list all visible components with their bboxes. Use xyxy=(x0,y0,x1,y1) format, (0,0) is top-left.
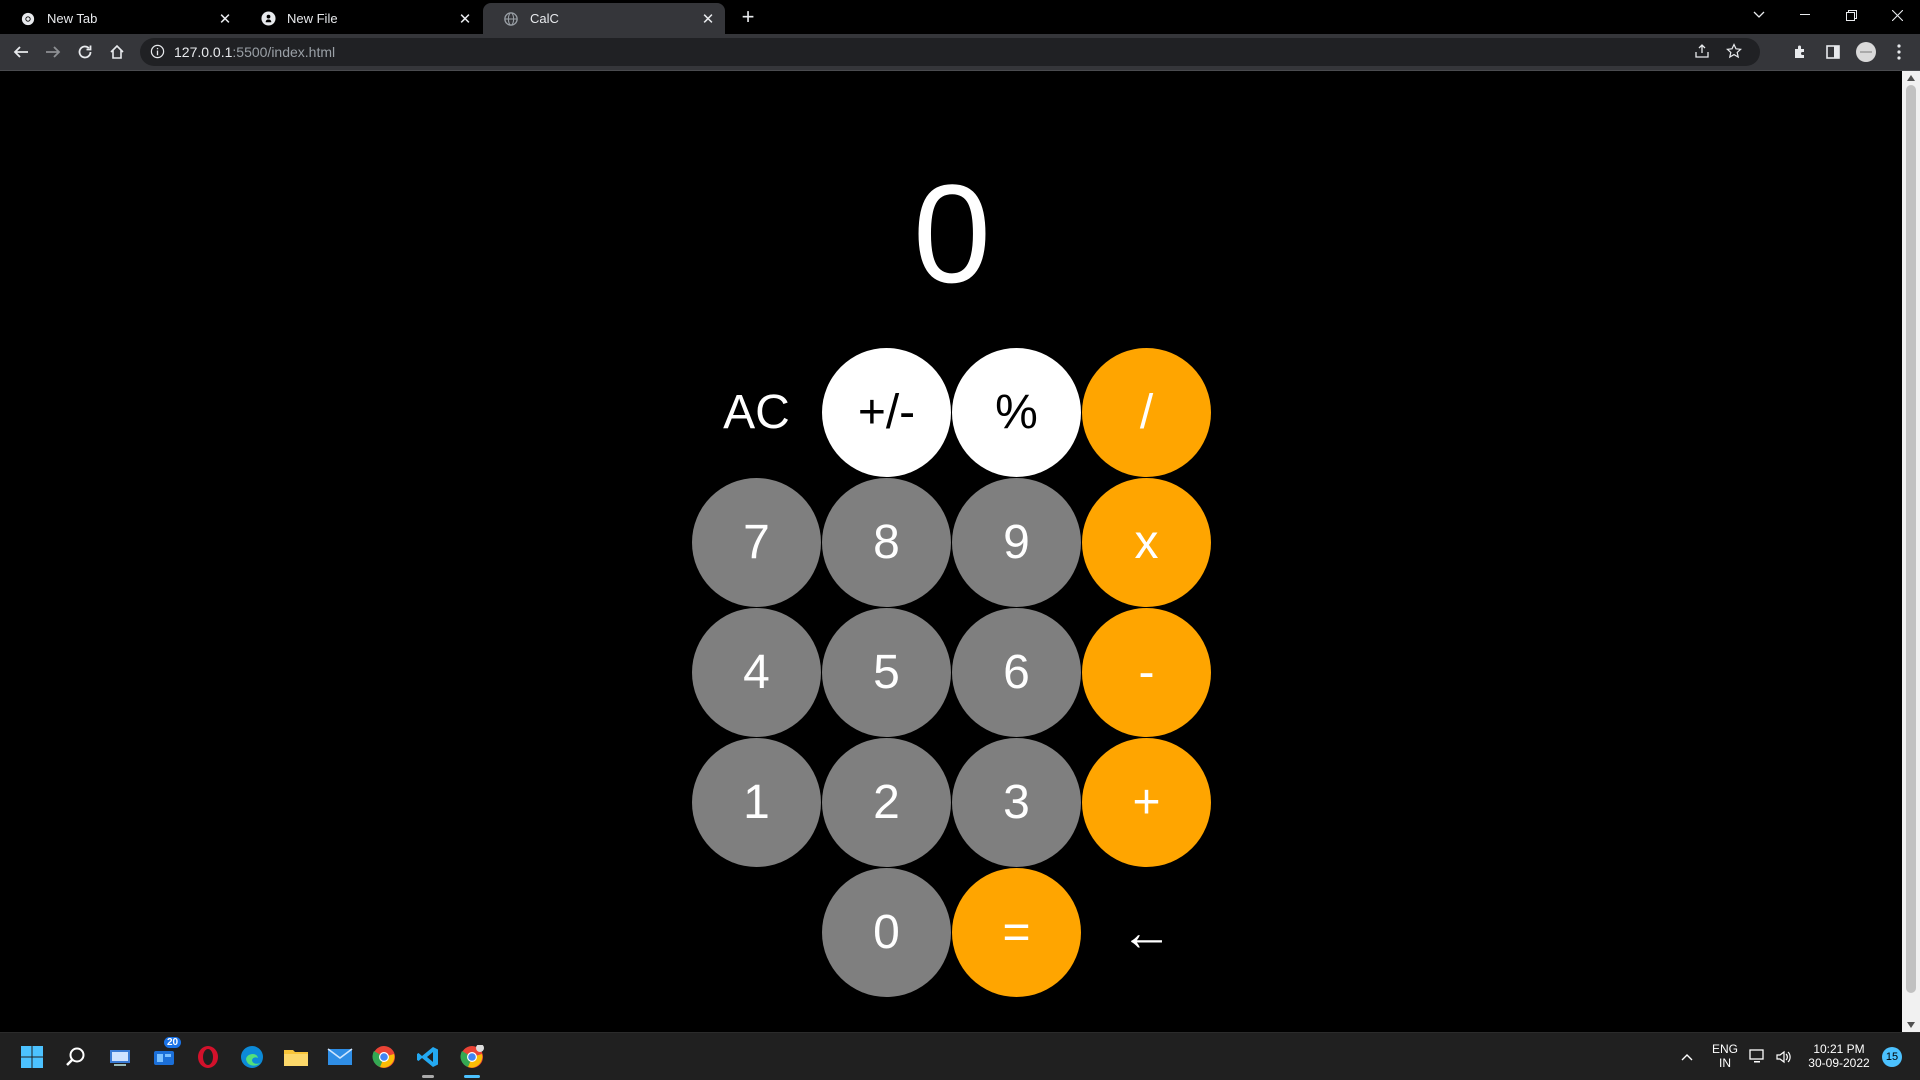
extensions-puzzle-icon[interactable] xyxy=(1788,40,1812,64)
calculator-display: 0 xyxy=(913,155,991,312)
digit-8-button[interactable]: 8 xyxy=(822,478,951,607)
percent-button[interactable]: % xyxy=(952,348,1081,477)
clock-date: 30-09-2022 xyxy=(1808,1056,1870,1070)
vscode-icon[interactable] xyxy=(414,1043,442,1078)
side-panel-icon[interactable] xyxy=(1821,40,1845,64)
notification-badge[interactable]: 15 xyxy=(1882,1047,1902,1067)
clear-button[interactable]: AC xyxy=(692,348,821,477)
plus-button[interactable]: + xyxy=(1082,738,1211,867)
bookmark-star-icon[interactable] xyxy=(1726,43,1742,64)
close-tab-icon[interactable]: ✕ xyxy=(699,10,717,28)
digit-2-button[interactable]: 2 xyxy=(822,738,951,867)
clock-time: 10:21 PM xyxy=(1813,1042,1865,1056)
mail-icon[interactable] xyxy=(326,1043,354,1071)
edge-icon[interactable] xyxy=(238,1043,266,1071)
tab-title: New Tab xyxy=(47,11,98,26)
active-indicator xyxy=(464,1075,480,1078)
windows-taskbar: 20 ENG IN 10:21 PM 30-09-2022 15 xyxy=(0,1032,1920,1080)
digit-4-button[interactable]: 4 xyxy=(692,608,821,737)
site-info-icon[interactable] xyxy=(150,44,165,64)
language-indicator[interactable]: ENG IN xyxy=(1710,1042,1740,1070)
forward-icon[interactable] xyxy=(41,40,65,64)
digit-5-button[interactable]: 5 xyxy=(822,608,951,737)
reload-icon[interactable] xyxy=(73,40,97,64)
page-viewport: 0 xyxy=(0,71,1902,1032)
minus-button[interactable]: - xyxy=(1082,608,1211,737)
digit-6-button[interactable]: 6 xyxy=(952,608,1081,737)
browser-toolbar: 127.0.0.1:5500/index.html xyxy=(0,34,1920,70)
search-icon[interactable] xyxy=(62,1043,90,1071)
url-host: 127.0.0.1 xyxy=(174,44,233,60)
clock[interactable]: 10:21 PM 30-09-2022 xyxy=(1805,1042,1873,1070)
close-tab-icon[interactable]: ✕ xyxy=(456,10,474,28)
tab-title: New File xyxy=(287,11,338,26)
chrome-active-taskbar-icon[interactable] xyxy=(458,1043,486,1078)
opera-icon[interactable] xyxy=(194,1043,222,1071)
windows-start-icon[interactable] xyxy=(18,1043,46,1071)
close-tab-icon[interactable]: ✕ xyxy=(216,10,234,28)
url-path: :5500/index.html xyxy=(232,44,336,60)
tab-search-icon[interactable] xyxy=(1736,0,1782,30)
page-scrollbar[interactable] xyxy=(1902,71,1920,1032)
digit-9-button[interactable]: 9 xyxy=(952,478,1081,607)
tab-new-tab[interactable]: New Tab ✕ xyxy=(0,3,242,34)
tab-calc[interactable]: CalC ✕ xyxy=(483,3,725,34)
url-text[interactable]: 127.0.0.1:5500/index.html xyxy=(174,44,335,60)
scroll-up-arrow-icon[interactable] xyxy=(1907,75,1915,81)
digit-1-button[interactable]: 1 xyxy=(692,738,821,867)
task-view-icon[interactable] xyxy=(106,1043,134,1071)
minimize-icon[interactable] xyxy=(1782,0,1828,30)
chrome-icon xyxy=(20,11,36,27)
scroll-down-arrow-icon[interactable] xyxy=(1907,1022,1915,1028)
tab-strip: New Tab ✕ New File ✕ CalC ✕ + xyxy=(0,0,1920,34)
address-bar[interactable]: 127.0.0.1:5500/index.html xyxy=(140,38,1760,66)
new-tab-button[interactable]: + xyxy=(736,4,760,29)
digit-7-button[interactable]: 7 xyxy=(692,478,821,607)
network-icon[interactable] xyxy=(1748,1043,1768,1071)
file-explorer-icon[interactable] xyxy=(282,1043,310,1071)
widgets-icon[interactable]: 20 xyxy=(150,1037,182,1071)
tab-title: CalC xyxy=(530,11,559,26)
menu-kebab-icon[interactable] xyxy=(1887,40,1911,64)
show-hidden-icons-chevron-icon[interactable] xyxy=(1677,1043,1697,1071)
language-primary: ENG xyxy=(1711,1042,1738,1056)
scrollbar-thumb[interactable] xyxy=(1906,85,1916,993)
language-secondary: IN xyxy=(1719,1056,1731,1070)
globe-icon xyxy=(503,11,519,27)
close-window-icon[interactable] xyxy=(1874,0,1920,30)
restore-icon[interactable] xyxy=(1828,0,1874,30)
widgets-badge: 20 xyxy=(164,1037,182,1048)
equals-button[interactable]: = xyxy=(952,868,1081,997)
chrome-taskbar-icon[interactable] xyxy=(370,1043,398,1071)
digit-3-button[interactable]: 3 xyxy=(952,738,1081,867)
back-icon[interactable] xyxy=(9,40,33,64)
profile-avatar-icon[interactable] xyxy=(1854,40,1878,64)
divide-button[interactable]: / xyxy=(1082,348,1211,477)
multiply-button[interactable]: x xyxy=(1082,478,1211,607)
digit-0-button[interactable]: 0 xyxy=(822,868,951,997)
volume-icon[interactable] xyxy=(1774,1043,1794,1071)
share-icon[interactable] xyxy=(1694,43,1710,64)
tab-new-file[interactable]: New File ✕ xyxy=(240,3,482,34)
github-icon xyxy=(260,11,276,27)
plus-minus-button[interactable]: +/- xyxy=(822,348,951,477)
home-icon[interactable] xyxy=(105,40,129,64)
backspace-button[interactable]: ← xyxy=(1082,868,1211,997)
running-indicator xyxy=(422,1075,434,1078)
